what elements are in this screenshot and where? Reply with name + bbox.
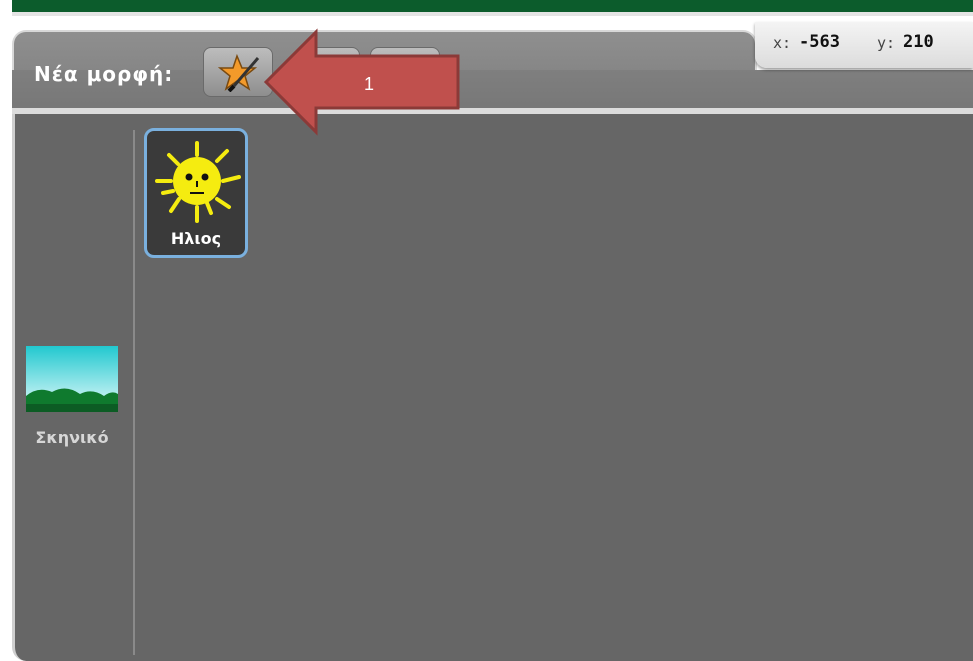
paint-star-brush-icon <box>218 54 260 92</box>
new-sprite-label: Νέα μορφή: <box>34 62 174 86</box>
sun-face-icon <box>155 141 241 223</box>
sprite-thumbnail[interactable]: Ηλιος <box>144 128 248 258</box>
stage-label: Σκηνικό <box>35 428 109 447</box>
sprite-name-label: Ηλιος <box>170 229 222 248</box>
stage-thumbnail[interactable] <box>26 346 118 412</box>
y-coordinate-label: y: <box>877 34 896 52</box>
x-coordinate-value: -563 <box>799 32 840 52</box>
window-top-edge <box>12 12 973 16</box>
annotation-number: 1 <box>364 74 375 94</box>
stage-landscape-icon <box>26 346 118 412</box>
annotation-arrow-icon <box>263 28 460 136</box>
y-coordinate-value: 210 <box>903 32 934 52</box>
mouse-coordinates-readout: x: -563 y: 210 <box>755 22 973 68</box>
x-coordinate-label: x: <box>773 34 792 52</box>
window-top-strip <box>12 0 973 12</box>
stage-column-separator <box>133 130 135 655</box>
